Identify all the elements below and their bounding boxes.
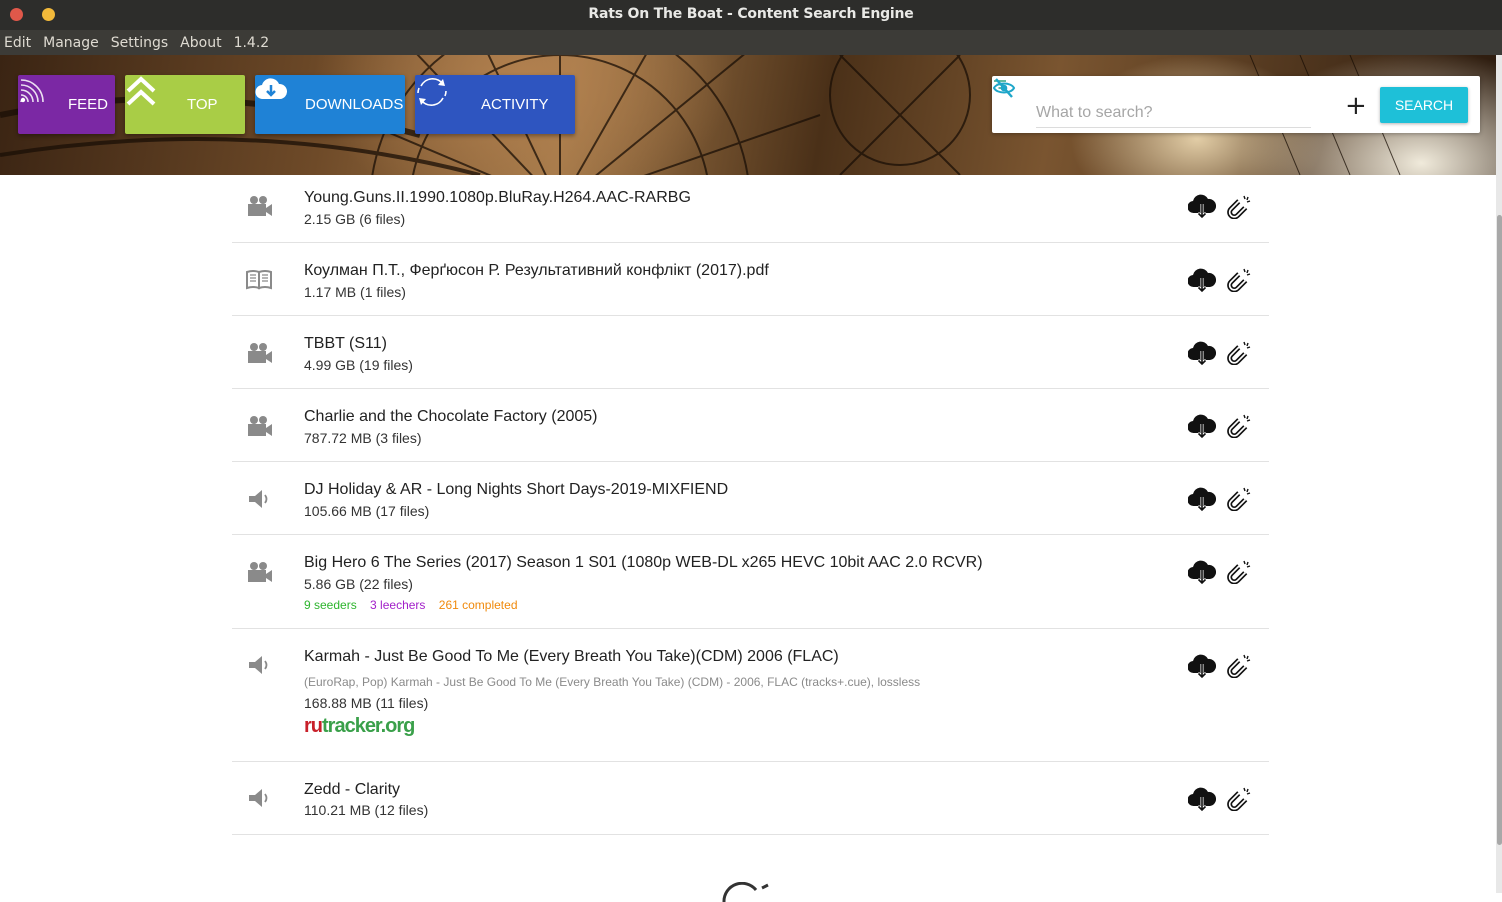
video-icon bbox=[248, 343, 272, 363]
result-title[interactable]: TBBT (S11) bbox=[304, 335, 387, 353]
seeders-count: 9 seeders bbox=[304, 598, 357, 612]
menu-bar: Edit Manage Settings About 1.4.2 bbox=[0, 30, 1502, 55]
list-item[interactable]: DJ Holiday & AR - Long Nights Short Days… bbox=[232, 462, 1269, 535]
menu-about[interactable]: About bbox=[180, 35, 221, 51]
magnet-icon[interactable] bbox=[1224, 652, 1252, 678]
download-icon[interactable] bbox=[1188, 413, 1216, 439]
result-size: 110.21 MB (12 files) bbox=[304, 802, 429, 818]
double-chevron-up-icon bbox=[126, 76, 179, 121]
download-icon[interactable] bbox=[1188, 193, 1216, 219]
result-title[interactable]: Zedd - Clarity bbox=[304, 781, 400, 799]
download-icon[interactable] bbox=[1188, 486, 1216, 512]
magnet-icon[interactable] bbox=[1224, 558, 1252, 584]
video-icon bbox=[248, 196, 272, 216]
list-item[interactable]: Young.Guns.II.1990.1080p.BluRay.H264.AAC… bbox=[232, 175, 1269, 243]
download-icon[interactable] bbox=[1188, 786, 1216, 812]
downloads-label: DOWNLOADS bbox=[305, 96, 404, 113]
eye-off-icon[interactable] bbox=[992, 76, 1016, 100]
result-title[interactable]: Young.Guns.II.1990.1080p.BluRay.H264.AAC… bbox=[304, 189, 691, 207]
list-item[interactable]: Big Hero 6 The Series (2017) Season 1 S0… bbox=[232, 535, 1269, 629]
magnet-icon[interactable] bbox=[1224, 485, 1252, 511]
download-icon[interactable] bbox=[1188, 340, 1216, 366]
rss-feed-icon bbox=[20, 79, 60, 121]
search-panel: + SEARCH bbox=[992, 76, 1480, 133]
window-title: Rats On The Boat - Content Search Engine bbox=[588, 6, 914, 22]
completed-count: 261 completed bbox=[438, 598, 518, 612]
audio-icon bbox=[248, 788, 268, 808]
magnet-icon[interactable] bbox=[1224, 193, 1252, 219]
list-item[interactable]: Zedd - Clarity 110.21 MB (12 files) bbox=[232, 762, 1269, 835]
feed-button[interactable]: FEED bbox=[18, 75, 115, 134]
title-bar: Rats On The Boat - Content Search Engine bbox=[0, 0, 1502, 30]
menu-settings[interactable]: Settings bbox=[111, 35, 168, 51]
audio-icon bbox=[248, 655, 268, 675]
top-label: TOP bbox=[187, 96, 218, 113]
book-icon bbox=[246, 270, 272, 289]
download-icon[interactable] bbox=[1188, 653, 1216, 679]
leechers-count: 3 leechers bbox=[370, 598, 426, 612]
top-button[interactable]: TOP bbox=[125, 75, 245, 134]
result-size: 4.99 GB (19 files) bbox=[304, 357, 413, 373]
result-size: 787.72 MB (3 files) bbox=[304, 430, 422, 446]
scrollbar[interactable] bbox=[1496, 55, 1502, 893]
peer-stats: 9 seeders 3 leechers 261 completed bbox=[304, 598, 528, 612]
search-button[interactable]: SEARCH bbox=[1380, 87, 1468, 123]
header-banner: FEED TOP DOWNLOADS ACTIVITY What to sear… bbox=[0, 55, 1496, 175]
result-title[interactable]: Charlie and the Chocolate Factory (2005) bbox=[304, 408, 598, 426]
rutracker-logo[interactable]: rutracker.org bbox=[304, 715, 415, 738]
list-item[interactable]: Karmah - Just Be Good To Me (Every Breat… bbox=[232, 629, 1269, 762]
menu-manage[interactable]: Manage bbox=[43, 35, 99, 51]
video-icon bbox=[248, 416, 272, 436]
sync-cycle-icon bbox=[417, 78, 473, 121]
results-list: Young.Guns.II.1990.1080p.BluRay.H264.AAC… bbox=[232, 175, 1269, 835]
cloud-download-icon bbox=[255, 78, 297, 121]
audio-icon bbox=[248, 489, 268, 509]
download-icon[interactable] bbox=[1188, 267, 1216, 293]
version-label: 1.4.2 bbox=[233, 34, 270, 51]
result-title[interactable]: DJ Holiday & AR - Long Nights Short Days… bbox=[304, 481, 728, 499]
result-title[interactable]: Big Hero 6 The Series (2017) Season 1 S0… bbox=[304, 554, 983, 572]
magnet-icon[interactable] bbox=[1224, 339, 1252, 365]
downloads-button[interactable]: DOWNLOADS bbox=[255, 75, 405, 134]
result-size: 105.66 MB (17 files) bbox=[304, 503, 430, 519]
feed-label: FEED bbox=[68, 96, 109, 113]
result-title[interactable]: Karmah - Just Be Good To Me (Every Breat… bbox=[304, 648, 839, 666]
activity-label: ACTIVITY bbox=[481, 96, 549, 113]
magnet-icon[interactable] bbox=[1224, 412, 1252, 438]
result-size: 168.88 MB (11 files) bbox=[304, 695, 429, 711]
scroll-thumb[interactable] bbox=[1497, 215, 1502, 845]
result-title[interactable]: Коулман П.Т., Ферґюсон Р. Результативний… bbox=[304, 262, 769, 280]
menu-edit[interactable]: Edit bbox=[4, 35, 31, 51]
download-icon[interactable] bbox=[1188, 559, 1216, 585]
search-input[interactable] bbox=[1036, 98, 1311, 128]
result-size: 5.86 GB (22 files) bbox=[304, 576, 413, 592]
loading-spinner-icon bbox=[722, 882, 769, 902]
video-icon bbox=[248, 562, 272, 582]
magnet-icon[interactable] bbox=[1224, 785, 1252, 811]
activity-button[interactable]: ACTIVITY bbox=[415, 75, 575, 134]
result-size: 2.15 GB (6 files) bbox=[304, 211, 406, 227]
add-icon[interactable]: + bbox=[1345, 93, 1367, 119]
result-description: (EuroRap, Pop) Karmah - Just Be Good To … bbox=[304, 675, 921, 689]
list-item[interactable]: Charlie and the Chocolate Factory (2005)… bbox=[232, 389, 1269, 462]
list-item[interactable]: Коулман П.Т., Ферґюсон Р. Результативний… bbox=[232, 243, 1269, 316]
list-item[interactable]: TBBT (S11) 4.99 GB (19 files) bbox=[232, 316, 1269, 389]
result-size: 1.17 MB (1 files) bbox=[304, 284, 406, 300]
magnet-icon[interactable] bbox=[1224, 266, 1252, 292]
